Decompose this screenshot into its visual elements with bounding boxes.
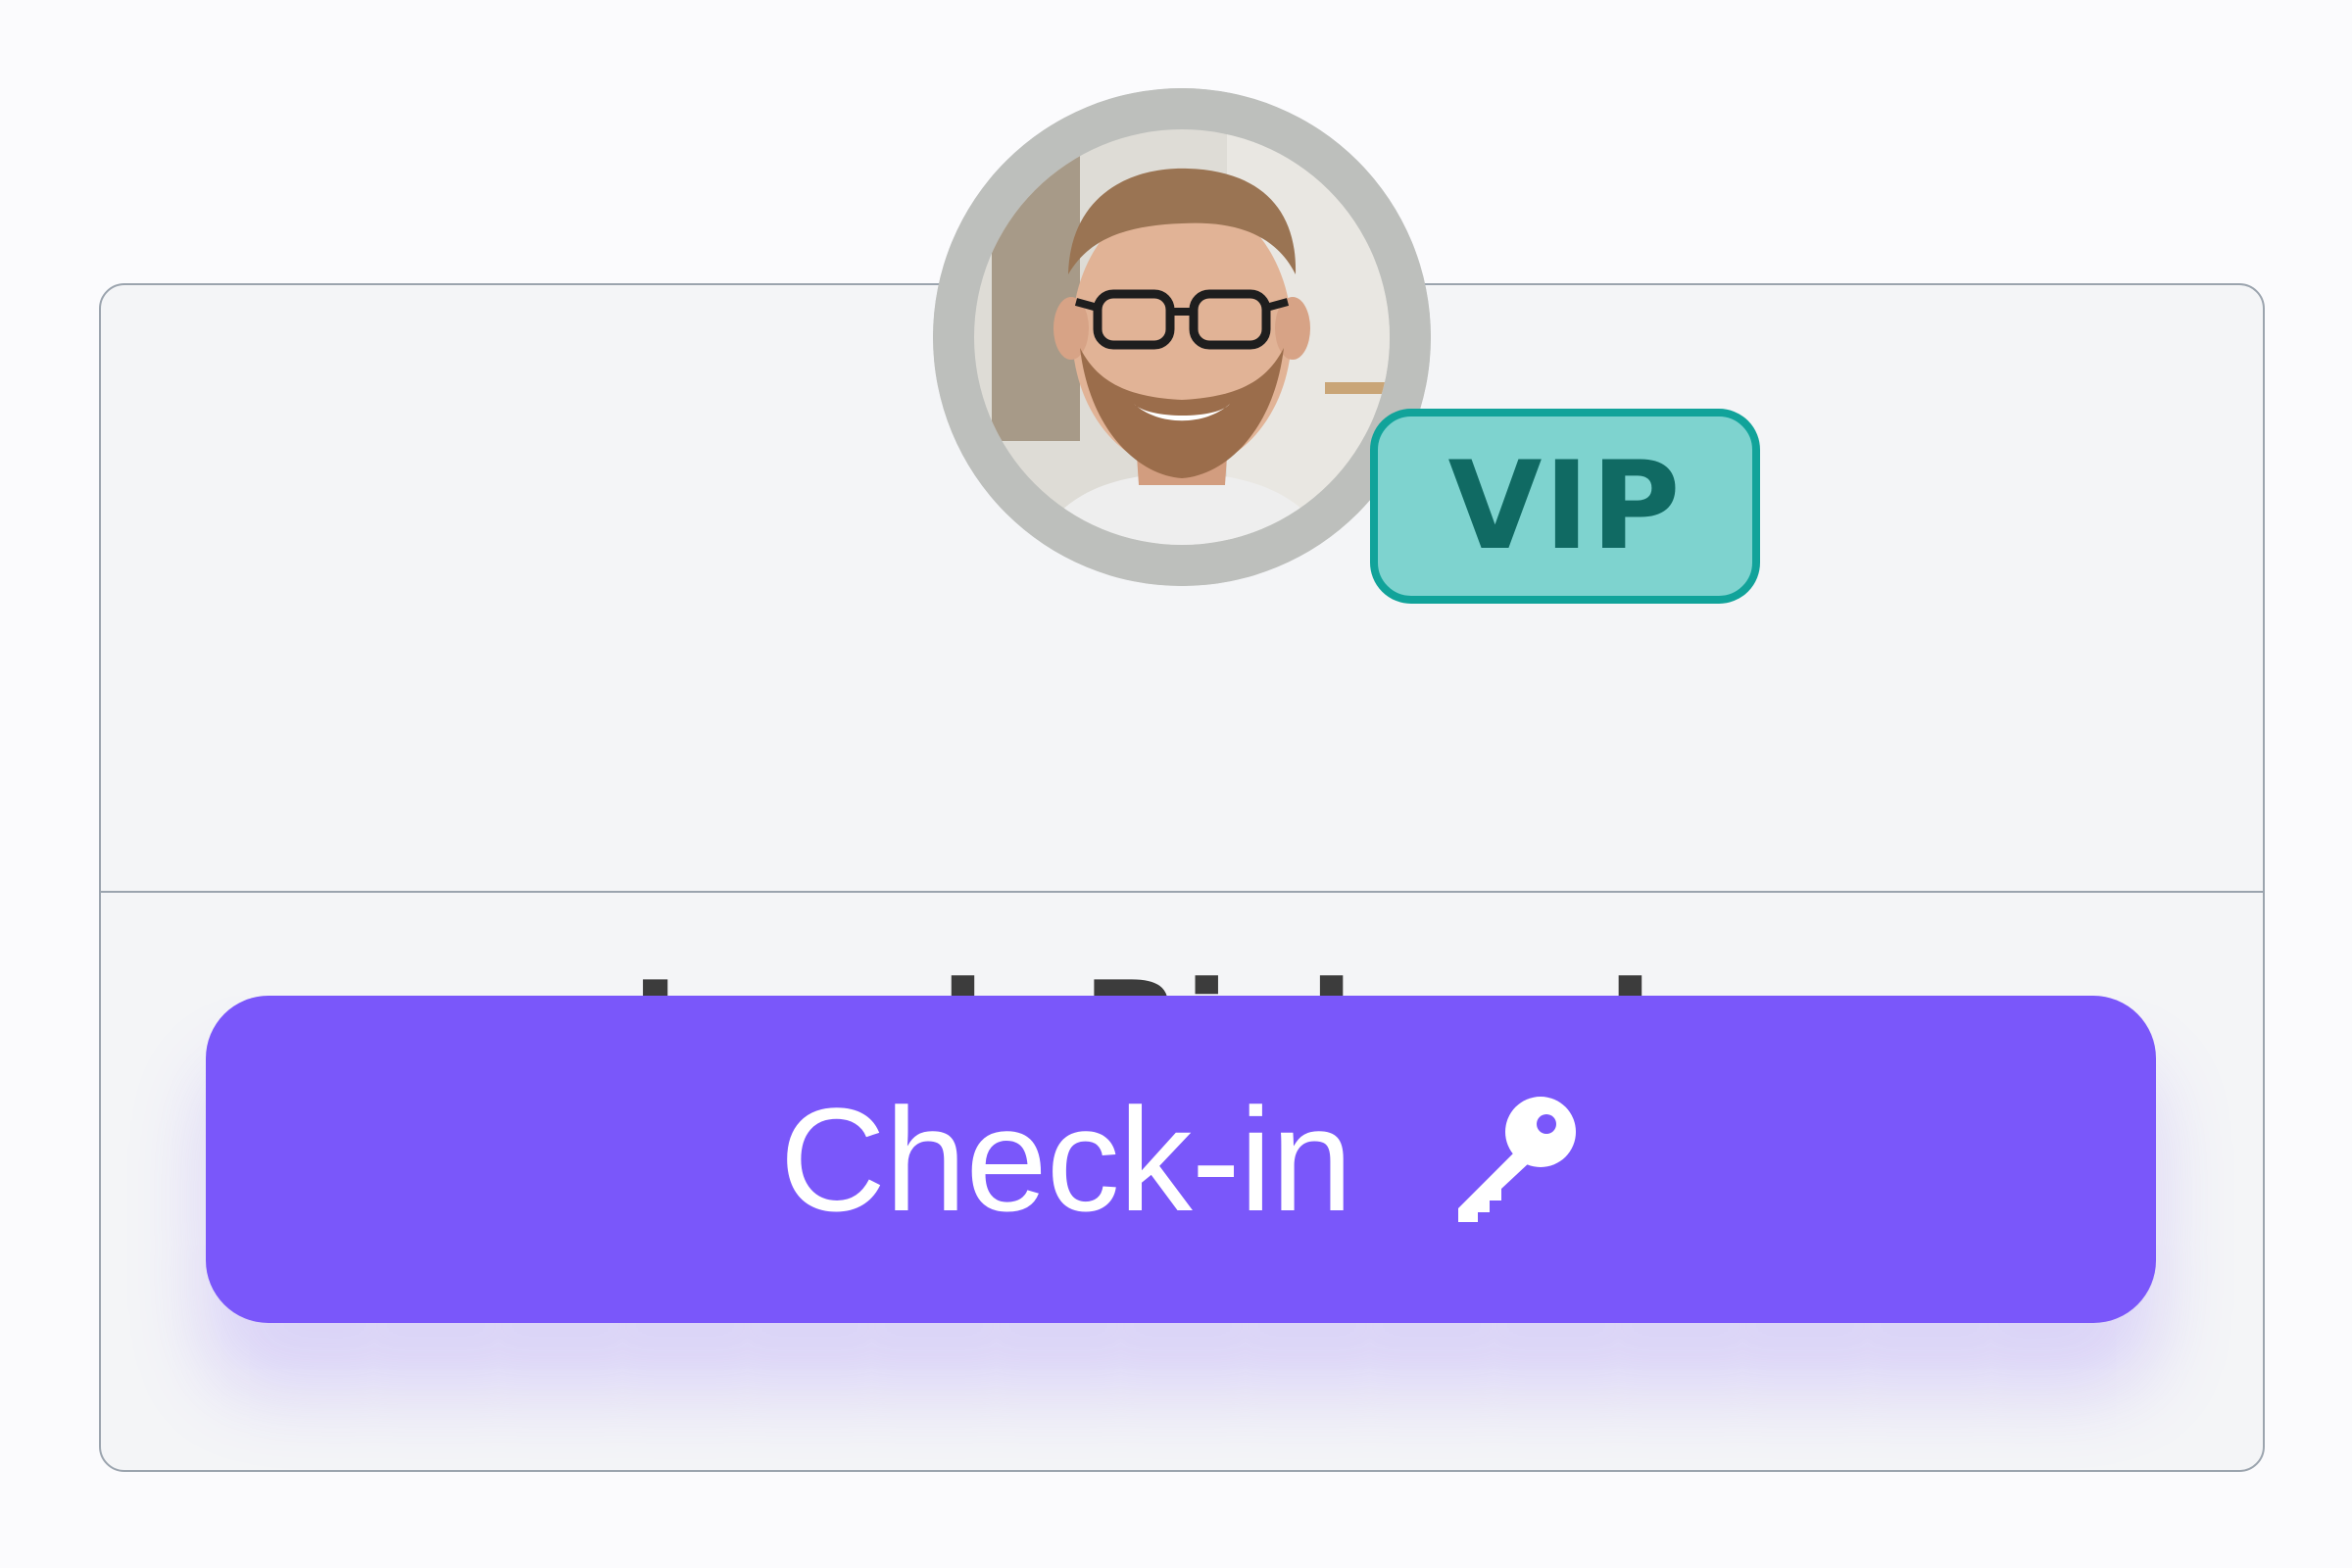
avatar [933,88,1431,586]
card-divider [101,891,2263,893]
vip-badge: VIP [1370,409,1760,604]
check-in-button[interactable]: Check-in [206,996,2156,1323]
guest-portrait [933,88,1431,586]
check-in-label: Check-in [779,1076,1353,1242]
guest-card-screen: Jacob Richards [0,0,2352,1568]
key-icon [1458,1097,1577,1222]
